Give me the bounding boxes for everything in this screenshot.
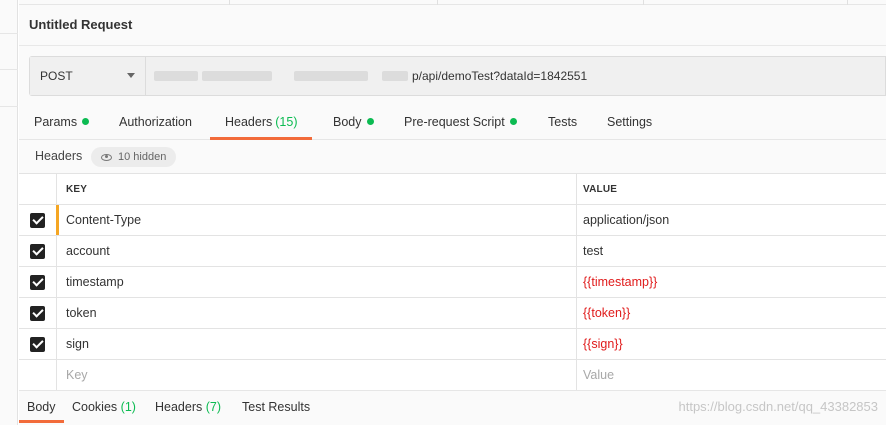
header-value-field[interactable]: test (577, 236, 886, 266)
tab-label: Test Results (242, 400, 311, 414)
url-input[interactable]: p/api/demoTest?dataId=1842551 (146, 57, 885, 95)
watermark: https://blog.csdn.net/qq_43382853 (678, 399, 879, 414)
tab-settings[interactable]: Settings (607, 104, 652, 140)
row-highlight-bar (56, 205, 59, 235)
tab-label: Cookies (72, 400, 118, 414)
header-key-field[interactable]: account (57, 236, 577, 266)
checkbox-cell (19, 298, 57, 328)
request-panel: Untitled Request POST p/api/demoTest?dat… (19, 0, 886, 425)
tab-headers[interactable]: Headers (15) (210, 104, 313, 140)
tab-response-body[interactable]: Body (19, 391, 64, 423)
table-row: token {{token}} (19, 298, 886, 329)
hidden-count-label: 10 hidden (118, 151, 167, 163)
tab-params[interactable]: Params (34, 104, 90, 140)
tab-response-headers[interactable]: Headers (7) (155, 391, 221, 423)
checkbox-cell (19, 205, 57, 235)
header-key-field[interactable]: Content-Type (57, 205, 577, 235)
response-tabs: Body Cookies (1) Headers (7) Test Result… (19, 390, 886, 425)
request-tabs: Params Authorization Headers (15) Body Pr… (19, 104, 886, 140)
tab-label: Pre-request Script (404, 115, 505, 129)
tab-test-results[interactable]: Test Results (242, 391, 310, 423)
table-row-empty: Key Value (19, 360, 886, 391)
method-label: POST (40, 69, 73, 83)
status-dot-icon (509, 118, 517, 125)
table-row: Content-Type application/json (19, 205, 886, 236)
tab-pre-request-script[interactable]: Pre-request Script (404, 104, 517, 140)
row-checkbox[interactable] (30, 274, 45, 290)
method-select[interactable]: POST (30, 57, 146, 95)
header-key-field[interactable]: token (57, 298, 577, 328)
tab-label: Params (34, 115, 78, 129)
tab-response-cookies[interactable]: Cookies (1) (72, 391, 136, 423)
left-sidebar-strip (0, 0, 18, 425)
tab-label: Body (333, 115, 362, 129)
url-bar: POST p/api/demoTest?dataId=1842551 (29, 56, 886, 96)
tab-label: Headers (225, 115, 273, 129)
checkbox-cell (19, 329, 57, 359)
tab-tests[interactable]: Tests (548, 104, 577, 140)
new-value-input[interactable]: Value (577, 360, 886, 390)
row-checkbox[interactable] (30, 243, 45, 259)
chevron-down-icon (127, 73, 135, 78)
header-key-field[interactable]: sign (57, 329, 577, 359)
top-tab-strip (19, 0, 886, 5)
redacted-url-segment (154, 71, 198, 81)
tab-count: (1) (120, 400, 136, 414)
redacted-url-segment (294, 71, 368, 81)
tab-label: Headers (155, 400, 203, 414)
redacted-url-segment (202, 71, 272, 81)
tab-body[interactable]: Body (333, 104, 374, 140)
header-value-field[interactable]: {{timestamp}} (577, 267, 886, 297)
headers-label: Headers (35, 149, 83, 163)
table-row: timestamp {{timestamp}} (19, 267, 886, 298)
tab-count: (15) (275, 115, 298, 129)
row-checkbox[interactable] (30, 305, 45, 321)
table-row: sign {{sign}} (19, 329, 886, 360)
checkbox-column-header (19, 174, 57, 204)
tab-label: Tests (548, 115, 578, 129)
tab-label: Authorization (119, 115, 192, 129)
request-title[interactable]: Untitled Request (29, 17, 132, 32)
headers-table: KEY VALUE Content-Type application/json … (19, 173, 886, 391)
divider (19, 45, 886, 46)
header-value-field[interactable]: application/json (577, 205, 886, 235)
eye-icon (101, 153, 112, 161)
row-checkbox[interactable] (30, 336, 45, 352)
checkbox-cell (19, 236, 57, 266)
table-header-row: KEY VALUE (19, 174, 886, 205)
hidden-headers-toggle[interactable]: 10 hidden (91, 147, 177, 167)
row-checkbox[interactable] (30, 212, 45, 228)
checkbox-cell (19, 267, 57, 297)
header-key-field[interactable]: timestamp (57, 267, 577, 297)
value-column-header: VALUE (583, 183, 618, 195)
url-text: p/api/demoTest?dataId=1842551 (412, 69, 588, 83)
header-value-field[interactable]: {{sign}} (577, 329, 886, 359)
table-row: account test (19, 236, 886, 267)
tab-label: Body (27, 400, 56, 414)
status-dot-icon (366, 118, 374, 125)
tab-authorization[interactable]: Authorization (119, 104, 192, 140)
key-column-header: KEY (57, 174, 577, 204)
redacted-url-segment (382, 71, 408, 81)
checkbox-cell (19, 360, 57, 390)
header-value-field[interactable]: {{token}} (577, 298, 886, 328)
tab-label: Settings (607, 115, 653, 129)
new-key-input[interactable]: Key (57, 360, 577, 390)
tab-count: (7) (205, 400, 222, 414)
status-dot-icon (82, 118, 90, 125)
